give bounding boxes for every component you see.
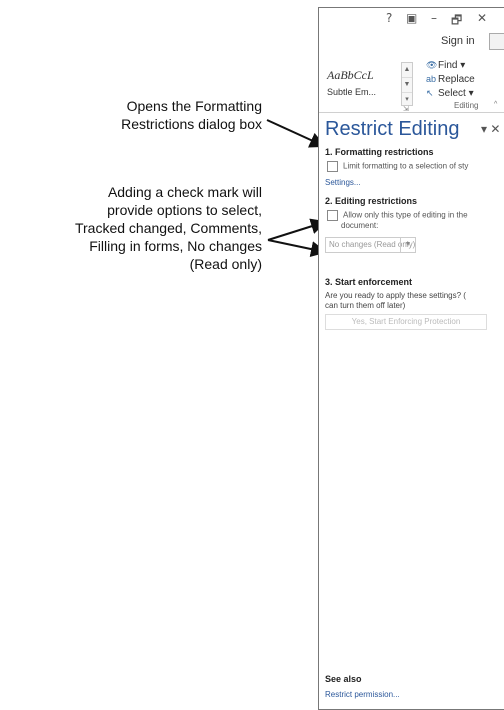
settings-link[interactable]: Settings... (325, 178, 361, 187)
replace-label: Replace (438, 74, 475, 85)
replace-button[interactable]: ab Replace (426, 74, 475, 85)
callout-line: Opens the Formatting (126, 98, 262, 114)
replace-icon: ab (426, 74, 437, 84)
scroll-up-icon[interactable]: ▲ (402, 63, 412, 78)
enforcement-text-line1: Are you ready to apply these settings? ( (325, 291, 466, 300)
style-name[interactable]: Subtle Em... (327, 87, 376, 97)
limit-formatting-label: Limit formatting to a selection of sty (343, 161, 469, 171)
select-button[interactable]: ↖ Select ▾ (426, 88, 474, 99)
enforcement-text-line2: can turn them off later) (325, 301, 406, 310)
help-icon[interactable]: ? (386, 11, 392, 25)
editing-group-label: Editing (454, 101, 479, 110)
limit-formatting-checkbox-row[interactable]: Limit formatting to a selection of sty (327, 161, 468, 172)
styles-gallery[interactable]: AaBbCcL Subtle Em... ▲ ▼ ▾ ⇲ (321, 60, 415, 113)
arrow-to-editing-select (267, 239, 327, 257)
editing-type-select[interactable]: No changes (Read only) ▼ (325, 237, 416, 253)
pane-controls: ▾ ✕ (481, 122, 500, 136)
allow-editing-checkbox[interactable] (327, 210, 338, 221)
chevron-down-icon: ▼ (400, 238, 415, 252)
editing-heading: 2. Editing restrictions (325, 196, 418, 206)
enforcement-heading: 3. Start enforcement (325, 277, 413, 287)
style-preview[interactable]: AaBbCcL (327, 68, 374, 83)
account-picture[interactable] (489, 33, 504, 50)
ribbon: AaBbCcL Subtle Em... ▲ ▼ ▾ ⇲ 👁Find ▾ ab R… (319, 56, 504, 113)
restrict-permission-link[interactable]: Restrict permission... (325, 690, 400, 699)
callout-line: (Read only) (189, 256, 262, 272)
ribbon-display-options-icon[interactable]: ▣ (406, 11, 417, 25)
arrow-to-formatting-checkbox (266, 119, 326, 148)
limit-formatting-checkbox[interactable] (327, 161, 338, 172)
binoculars-icon: 👁 (426, 60, 438, 70)
word-window: ? ▣ – 🗗 ✕ Sign in AaBbCcL Subtle Em... ▲… (318, 7, 504, 710)
callout-editing-restrictions: Adding a check mark will provide options… (2, 183, 262, 273)
editing-group: 👁Find ▾ ab Replace ↖ Select ▾ Editing ^ (418, 56, 498, 112)
pane-options-icon[interactable]: ▾ (481, 122, 487, 136)
callout-line: Adding a check mark will (107, 184, 262, 200)
callout-line: Restrictions dialog box (121, 116, 262, 132)
restore-icon[interactable]: 🗗 (451, 11, 462, 32)
restrict-editing-pane: Restrict Editing ▾ ✕ 1. Formatting restr… (319, 112, 504, 709)
collapse-ribbon-icon[interactable]: ^ (494, 101, 497, 108)
allow-editing-checkbox-row[interactable]: Allow only this type of editing in the (327, 210, 468, 221)
arrow-to-editing-checkbox (267, 218, 327, 241)
minimize-icon[interactable]: – (431, 11, 437, 25)
pane-title: Restrict Editing (325, 118, 460, 140)
allow-editing-label-line2: document: (341, 221, 379, 230)
select-label: Select (438, 88, 466, 99)
callout-line: provide options to select, (107, 202, 262, 218)
chevron-down-icon: ▾ (468, 88, 474, 99)
sign-in-link[interactable]: Sign in (441, 35, 475, 47)
start-enforcing-button[interactable]: Yes, Start Enforcing Protection (325, 314, 487, 330)
find-button[interactable]: 👁Find ▾ (426, 60, 465, 71)
chevron-down-icon: ▾ (460, 60, 466, 71)
allow-editing-label: Allow only this type of editing in the (343, 210, 468, 220)
callout-line: Tracked changed, Comments, (74, 220, 262, 236)
title-bar: ? ▣ – 🗗 ✕ (319, 8, 504, 30)
pane-close-icon[interactable]: ✕ (490, 122, 500, 136)
close-icon[interactable]: ✕ (477, 11, 487, 25)
formatting-heading: 1. Formatting restrictions (325, 147, 434, 157)
find-label: Find (438, 60, 458, 71)
callout-line: Filling in forms, No changes (89, 238, 262, 254)
cursor-icon: ↖ (426, 88, 434, 98)
callout-formatting-restrictions: Opens the Formatting Restrictions dialog… (22, 97, 262, 133)
gallery-scroll[interactable]: ▲ ▼ ▾ (401, 62, 413, 106)
scroll-down-icon[interactable]: ▼ (402, 78, 412, 93)
start-enforcing-label: Yes, Start Enforcing Protection (351, 317, 461, 326)
see-also-heading: See also (325, 674, 362, 684)
